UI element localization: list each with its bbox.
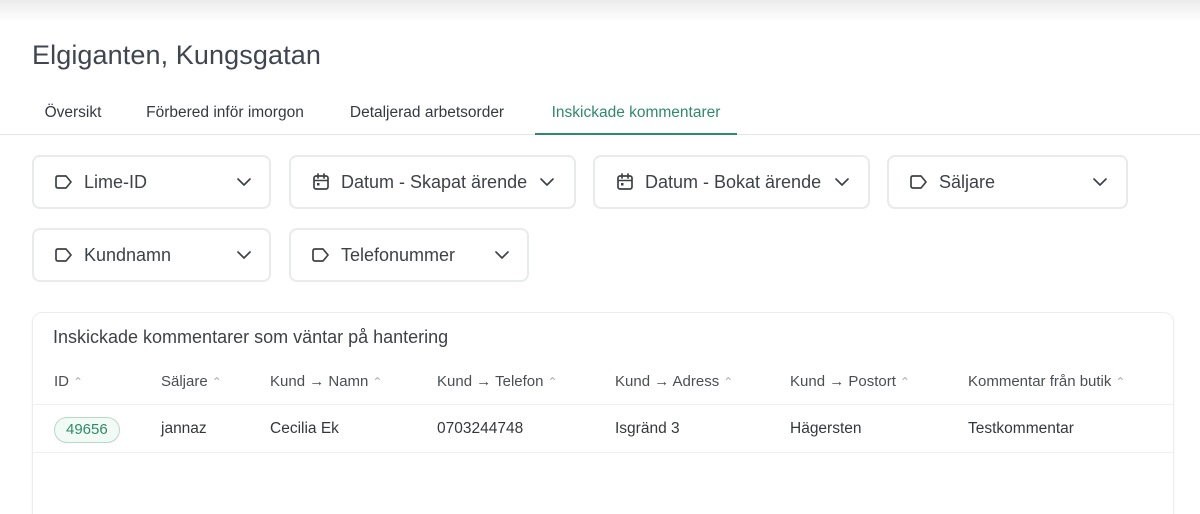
column-header-kund-telefon[interactable]: Kund → Telefon ⌃ [437,373,558,390]
chevron-down-icon [237,251,251,259]
cell-kund-postort: Hägersten [790,420,862,437]
row-divider [33,452,1173,453]
sort-icon: ⌃ [723,375,734,389]
filter-label: Datum - Bokat ärende [645,172,822,192]
cell-kund-telefon: 0703244748 [437,420,524,437]
table-title: Inskickade kommentarer som väntar på han… [53,327,449,347]
tag-icon [910,175,927,189]
cell-saljare: jannaz [161,420,207,437]
sort-icon: ⌃ [1115,375,1126,389]
page-title: Elgiganten, Kungsgatan [32,40,321,70]
tag-icon [312,248,329,262]
top-shadow [0,0,1200,22]
sort-icon: ⌃ [73,375,84,389]
cell-kund-adress: Isgränd 3 [615,420,680,437]
filter-label: Datum - Skapat ärende [341,172,528,192]
chevron-down-icon [495,251,509,259]
column-header-saljare[interactable]: Säljare ⌃ [161,373,222,390]
column-header-kund-namn[interactable]: Kund → Namn ⌃ [270,373,382,390]
filter-label: Säljare [939,172,996,192]
tab-forbered-infor-imorgon[interactable]: Förbered inför imorgon [132,90,318,134]
filter-telefonummer[interactable]: Telefonummer [289,228,529,282]
cell-kund-namn: Cecilia Ek [270,420,339,437]
filter-datum-bokat[interactable]: Datum - Bokat ärende [593,155,870,209]
chevron-down-icon [237,178,251,186]
filter-datum-skapat[interactable]: Datum - Skapat ärende [289,155,576,209]
filter-kundnamn[interactable]: Kundnamn [32,228,271,282]
filter-saljare[interactable]: Säljare [887,155,1128,209]
calendar-icon [617,173,633,190]
filter-label: Telefonummer [341,245,456,265]
id-badge[interactable]: 49656 [54,417,120,443]
sort-icon: ⌃ [372,375,383,389]
cell-kommentar: Testkommentar [968,420,1074,437]
filter-label: Lime-ID [84,172,148,192]
header-divider [33,404,1173,405]
tab-bar: Översikt Förbered inför imorgon Detaljer… [0,90,1200,135]
tab-detaljerad-arbetsorder[interactable]: Detaljerad arbetsorder [336,90,518,134]
filter-lime-id[interactable]: Lime-ID [32,155,271,209]
sort-icon: ⌃ [211,375,222,389]
tag-icon [55,175,72,189]
tab-oversikt[interactable]: Översikt [32,90,114,134]
filter-label: Kundnamn [84,245,172,265]
column-header-kommentar[interactable]: Kommentar från butik ⌃ [968,373,1125,390]
sort-icon: ⌃ [547,375,558,389]
sort-icon: ⌃ [899,375,910,389]
chevron-down-icon [540,178,554,186]
calendar-icon [313,173,329,190]
tab-inskickade-kommentarer[interactable]: Inskickade kommentarer [535,90,737,135]
tag-icon [55,248,72,262]
column-header-kund-adress[interactable]: Kund → Adress ⌃ [615,373,733,390]
column-header-kund-postort[interactable]: Kund → Postort ⌃ [790,373,910,390]
page: Elgiganten, Kungsgatan Översikt Förbered… [0,0,1200,514]
column-header-id[interactable]: ID ⌃ [54,373,83,390]
comments-table-panel: Inskickade kommentarer som väntar på han… [32,312,1174,514]
chevron-down-icon [835,178,849,186]
chevron-down-icon [1093,178,1107,186]
